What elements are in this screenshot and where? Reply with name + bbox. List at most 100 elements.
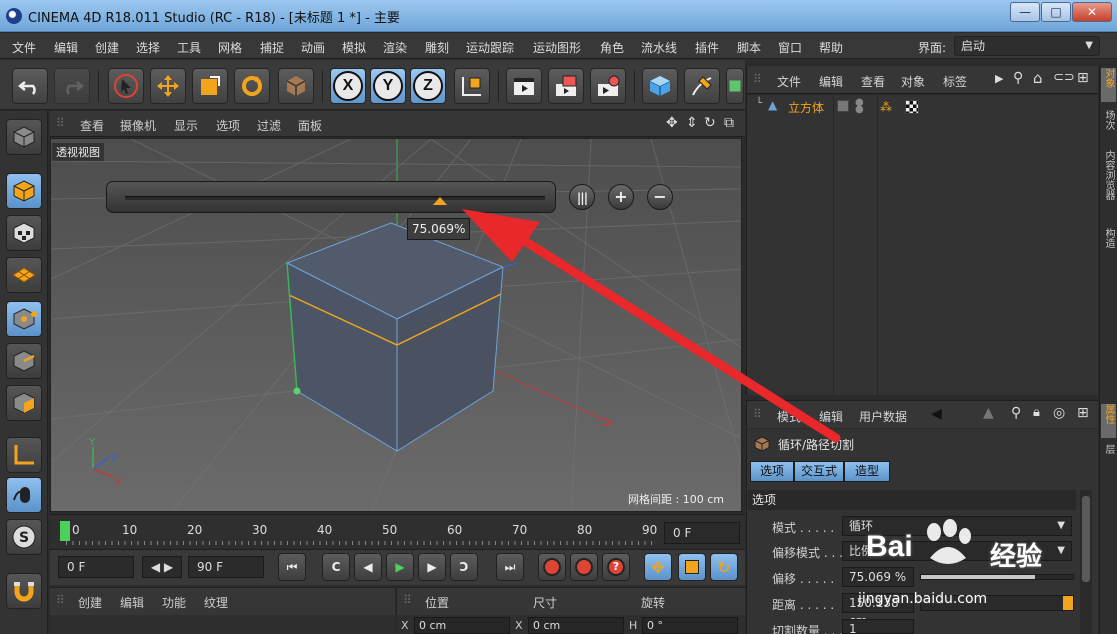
am-menu-mode[interactable]: 模式 (777, 408, 801, 425)
size-x-field[interactable]: 0 cm (528, 617, 624, 634)
points-mode-button[interactable] (6, 301, 42, 337)
search-icon[interactable]: ⚲ (1011, 405, 1021, 421)
material-menu-texture[interactable]: 纹理 (204, 594, 228, 611)
offset-slider[interactable] (920, 574, 1074, 580)
more-arrow-icon[interactable]: ▶ (995, 72, 1003, 85)
key-scale-button[interactable] (678, 553, 706, 581)
material-tag-icon[interactable] (905, 100, 919, 114)
go-to-start-button[interactable]: ⏮ (278, 553, 306, 581)
add-cube-button[interactable] (642, 68, 678, 104)
up-arrow-icon[interactable]: ▲ (983, 405, 994, 421)
render-picture-viewer-button[interactable] (548, 68, 584, 104)
object-name[interactable]: 立方体 (788, 99, 824, 116)
link-icon[interactable]: ⊂⊃ (1053, 70, 1075, 85)
viewport-dolly-icon[interactable]: ⇕ (686, 115, 698, 131)
add-spline-pen-button[interactable] (684, 68, 720, 104)
next-frame-button[interactable]: ▶ (418, 553, 446, 581)
loop-cut-slider[interactable] (106, 181, 556, 213)
playhead-marker[interactable] (60, 521, 70, 541)
material-menu-edit[interactable]: 编辑 (120, 594, 144, 611)
make-editable-button[interactable] (6, 119, 42, 155)
key-rotation-button[interactable]: ↻ (710, 553, 738, 581)
keyframe-selection-button[interactable]: ? (602, 553, 630, 581)
menu-motion-tracking[interactable]: 运动跟踪 (466, 39, 514, 56)
viewport-menu-view[interactable]: 查看 (80, 117, 104, 134)
previous-key-button[interactable]: C (322, 553, 350, 581)
axis-mode-button[interactable] (6, 437, 42, 473)
z-axis-lock-button[interactable]: Z (410, 68, 446, 104)
om-menu-edit[interactable]: 编辑 (819, 73, 843, 90)
side-tab-attributes[interactable]: 属性 (1101, 404, 1116, 438)
range-slider[interactable]: ◀ ▶ (142, 556, 182, 578)
add-cut-button[interactable]: + (608, 184, 634, 210)
viewport-rotate-icon[interactable]: ↻ (704, 115, 716, 131)
menu-mograph[interactable]: 运动图形 (533, 39, 581, 56)
distance-slider-handle[interactable] (1063, 596, 1073, 610)
maximize-panel-icon[interactable]: ⊞ (1077, 405, 1089, 421)
om-menu-view[interactable]: 查看 (861, 73, 885, 90)
lock-icon[interactable]: 🔒︎ (1033, 405, 1040, 420)
rotate-tool-button[interactable] (234, 68, 270, 104)
om-menu-file[interactable]: 文件 (777, 73, 801, 90)
viewport-menu-filter[interactable]: 过滤 (257, 117, 281, 134)
phong-tag-icon[interactable]: ⁂ (880, 100, 892, 114)
side-tab-structure[interactable]: 构造 (1101, 228, 1116, 262)
position-x-field[interactable]: 0 cm (414, 617, 510, 634)
menu-render[interactable]: 渲染 (383, 39, 407, 56)
menu-file[interactable]: 文件 (12, 39, 36, 56)
next-key-button[interactable]: Ↄ (450, 553, 478, 581)
solo-button[interactable]: S (6, 519, 42, 555)
layout-select[interactable]: 启动 ▼ (954, 36, 1100, 56)
visibility-dots-icon[interactable]: ● ● (855, 98, 864, 115)
autokey-button[interactable] (570, 553, 598, 581)
search-icon[interactable]: ⚲ (1013, 70, 1023, 86)
start-frame-field[interactable]: 0 F (58, 556, 134, 578)
maximize-panel-icon[interactable]: ⊞ (1077, 70, 1089, 86)
menu-create[interactable]: 创建 (95, 39, 119, 56)
move-tool-button[interactable] (150, 68, 186, 104)
object-manager-list[interactable] (746, 95, 1098, 395)
texture-mode-button[interactable] (6, 215, 42, 251)
viewport-menu-display[interactable]: 显示 (174, 117, 198, 134)
timeline-ruler[interactable]: 0 10 20 30 40 50 60 70 80 90 (50, 514, 745, 548)
slider-handle[interactable] (433, 197, 448, 205)
home-icon[interactable]: ⌂ (1033, 69, 1043, 87)
viewport-maximize-icon[interactable]: ⧉ (724, 115, 734, 131)
side-tab-layers[interactable]: 层 (1101, 444, 1116, 464)
pause-button[interactable]: ||| (569, 184, 595, 210)
cut-count-field[interactable]: 1 (842, 619, 914, 634)
viewport-menu-options[interactable]: 选项 (216, 117, 240, 134)
attribute-scrollbar[interactable] (1080, 490, 1092, 634)
redo-button[interactable] (54, 68, 90, 104)
viewport-menu-cameras[interactable]: 摄像机 (120, 117, 156, 134)
side-tab-content-browser[interactable]: 内容浏览器 (1101, 150, 1116, 220)
offset-field[interactable]: 75.069 % (842, 567, 914, 587)
close-button[interactable]: ✕ (1072, 2, 1112, 22)
render-settings-button[interactable] (590, 68, 626, 104)
menu-animate[interactable]: 动画 (301, 39, 325, 56)
y-axis-lock-button[interactable]: Y (370, 68, 406, 104)
current-frame-field[interactable]: 0 F (664, 522, 740, 544)
menu-edit[interactable]: 编辑 (54, 39, 78, 56)
scale-tool-button[interactable] (192, 68, 228, 104)
menu-plugins[interactable]: 插件 (695, 39, 719, 56)
subdivision-button[interactable] (726, 68, 744, 104)
om-menu-tags[interactable]: 标签 (943, 73, 967, 90)
coordinate-system-button[interactable] (454, 68, 490, 104)
tab-interactive[interactable]: 交互式 (794, 461, 844, 482)
go-to-end-button[interactable]: ⏭ (496, 553, 524, 581)
record-keys-button[interactable] (538, 553, 566, 581)
am-menu-edit[interactable]: 编辑 (819, 408, 843, 425)
snap-button[interactable] (6, 573, 42, 609)
tab-options[interactable]: 选项 (750, 461, 794, 482)
viewport-menu-panel[interactable]: 面板 (298, 117, 322, 134)
recent-tool-button[interactable] (278, 68, 314, 104)
minimize-button[interactable]: — (1010, 2, 1040, 22)
menu-window[interactable]: 窗口 (778, 39, 802, 56)
model-mode-button[interactable] (6, 173, 42, 209)
menu-sculpt[interactable]: 雕刻 (425, 39, 449, 56)
viewport-pan-icon[interactable]: ✥ (666, 115, 678, 131)
key-position-button[interactable]: ✥ (644, 553, 672, 581)
undo-button[interactable] (12, 68, 48, 104)
tab-shaping[interactable]: 造型 (844, 461, 890, 482)
